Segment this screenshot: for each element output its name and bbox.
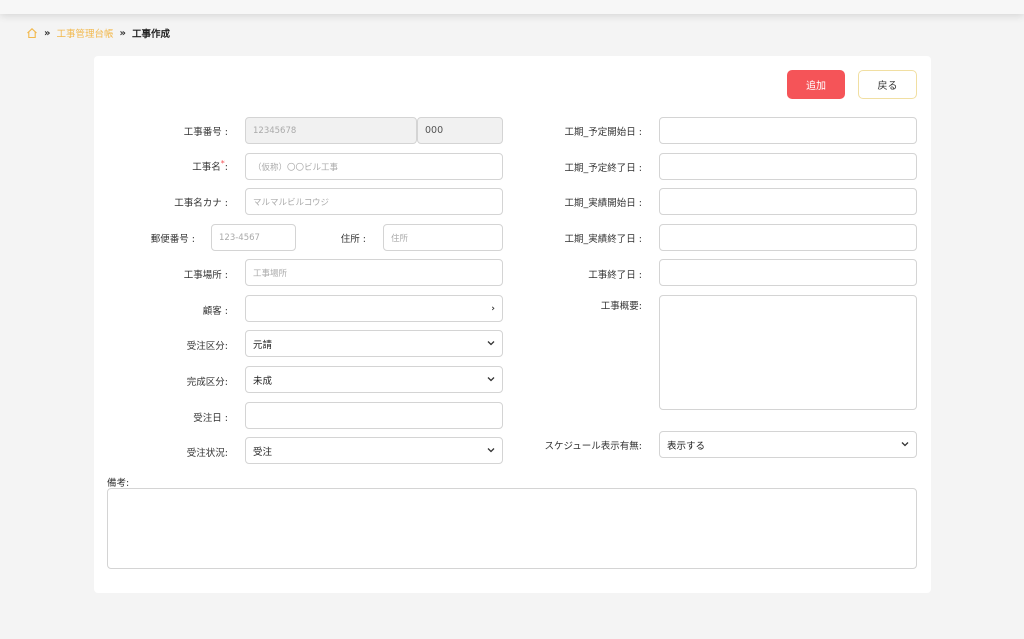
chevron-down-icon	[487, 446, 495, 456]
jusho-input[interactable]: 住所	[383, 224, 503, 251]
koji-bango-input[interactable]: 12345678	[245, 117, 417, 144]
add-button[interactable]: 追加	[787, 70, 845, 99]
yubin-bango-input[interactable]: 123-4567	[211, 224, 296, 251]
koji-basho-label: 工事場所 :	[183, 270, 228, 281]
yotei-shuryo-label: 工期_予定終了日 :	[564, 163, 642, 174]
form-card: 追加 戻る 工事番号 : 12345678 000 工事名*: （仮称）〇〇ビル…	[94, 56, 931, 593]
koji-bango-suffix-input[interactable]: 000	[417, 117, 503, 144]
kansei-kubun-value: 未成	[253, 375, 273, 387]
juchu-bi-label: 受注日 :	[193, 413, 228, 424]
biko-label: 備考:	[107, 478, 130, 489]
jusho-label: 住所 :	[340, 234, 366, 245]
kansei-kubun-select[interactable]: 未成	[245, 366, 503, 393]
yotei-kaishi-input[interactable]	[659, 117, 917, 144]
koji-gaiyo-textarea[interactable]	[659, 295, 917, 410]
schedule-label: スケジュール表示有無:	[544, 441, 642, 452]
schedule-select[interactable]: 表示する	[659, 431, 917, 458]
jisseki-kaishi-label: 工期_実績開始日 :	[564, 198, 642, 209]
home-icon[interactable]	[26, 27, 38, 39]
koji-mei-kana-label: 工事名カナ :	[174, 198, 228, 209]
yotei-shuryo-input[interactable]	[659, 153, 917, 180]
juchu-kubun-value: 元請	[253, 339, 273, 351]
koji-shuryo-label: 工事終了日 :	[588, 270, 642, 281]
chevron-down-icon	[487, 339, 495, 349]
koji-mei-label-colon: :	[224, 162, 228, 173]
juchu-jokyo-select[interactable]: 受注	[245, 437, 503, 464]
jisseki-shuryo-input[interactable]	[659, 224, 917, 251]
juchu-jokyo-label: 受注状況:	[186, 448, 228, 459]
kokyaku-label: 顧客 :	[202, 306, 228, 317]
koji-shuryo-input[interactable]	[659, 259, 917, 286]
juchu-kubun-label: 受注区分:	[186, 341, 228, 352]
koji-bango-label: 工事番号 :	[183, 127, 228, 138]
koji-gaiyo-label: 工事概要:	[600, 301, 642, 312]
back-button[interactable]: 戻る	[858, 70, 917, 99]
kansei-kubun-label: 完成区分:	[186, 377, 228, 388]
juchu-kubun-select[interactable]: 元請	[245, 330, 503, 357]
koji-basho-input[interactable]: 工事場所	[245, 259, 503, 286]
juchu-jokyo-value: 受注	[253, 446, 273, 458]
breadcrumb: » 工事管理台帳 » 工事作成	[26, 26, 170, 40]
biko-textarea[interactable]	[107, 488, 917, 569]
breadcrumb-current: 工事作成	[131, 29, 170, 40]
chevron-down-icon	[487, 375, 495, 385]
schedule-value: 表示する	[667, 440, 706, 452]
jisseki-shuryo-label: 工期_実績終了日 :	[564, 234, 642, 245]
kokyaku-selector[interactable]: ›	[245, 295, 503, 322]
breadcrumb-link-koji-kanri[interactable]: 工事管理台帳	[56, 26, 113, 40]
koji-mei-kana-input[interactable]: マルマルビルコウジ	[245, 188, 503, 215]
breadcrumb-separator: »	[119, 27, 126, 39]
chevron-down-icon	[901, 440, 909, 450]
yubin-bango-label: 郵便番号 :	[150, 234, 195, 245]
chevron-right-icon: ›	[491, 303, 495, 314]
yotei-kaishi-label: 工期_予定開始日 :	[564, 127, 642, 138]
koji-mei-label: 工事名*:	[192, 159, 228, 173]
koji-mei-input[interactable]: （仮称）〇〇ビル工事	[245, 153, 503, 180]
breadcrumb-separator: »	[44, 27, 51, 39]
jisseki-kaishi-input[interactable]	[659, 188, 917, 215]
koji-mei-label-text: 工事名	[192, 162, 221, 173]
juchu-bi-input[interactable]	[245, 402, 503, 429]
top-bar	[0, 0, 1024, 14]
